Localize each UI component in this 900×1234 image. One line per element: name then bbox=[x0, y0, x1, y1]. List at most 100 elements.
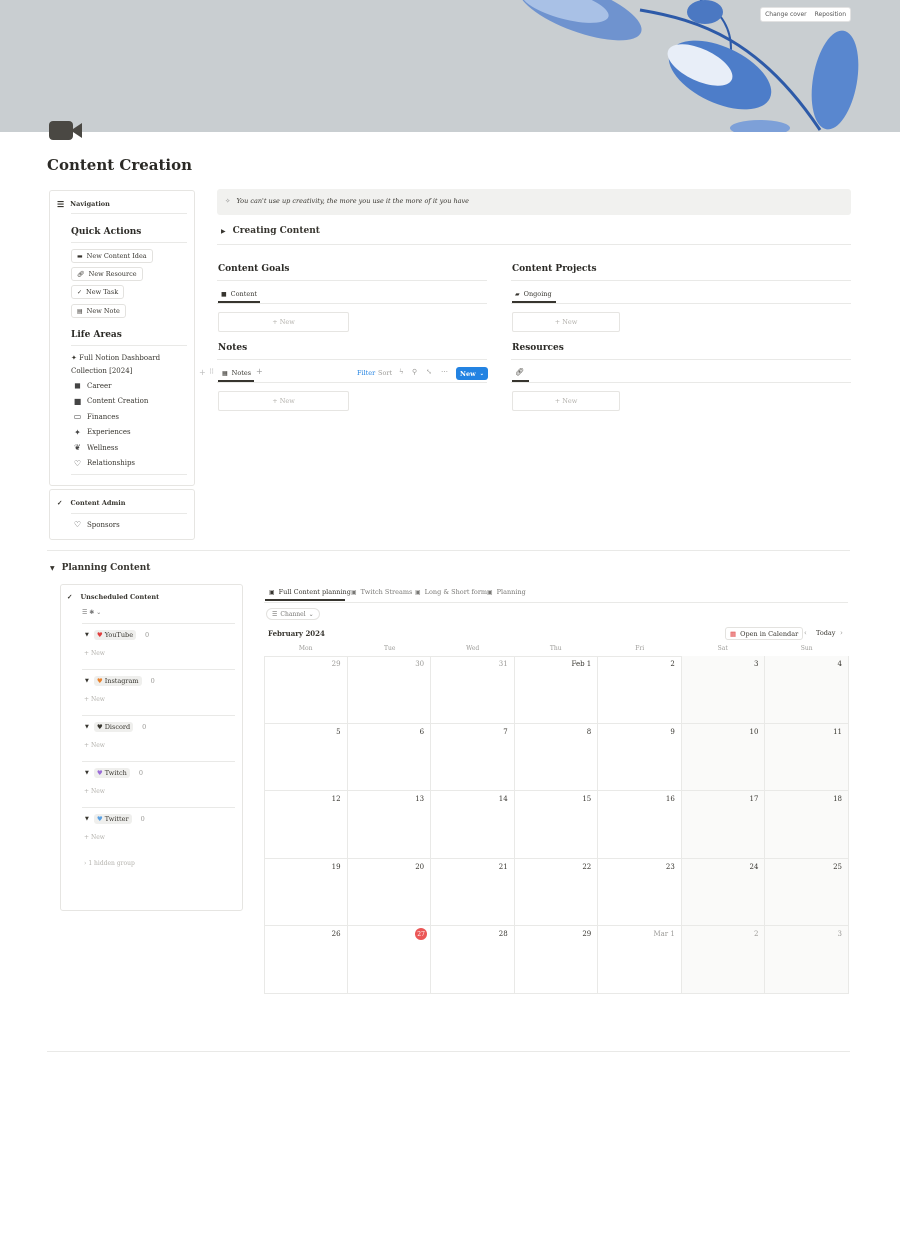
tab-planning[interactable]: ▣ Planning bbox=[487, 588, 526, 596]
triangle-down-icon: ▼ bbox=[85, 724, 89, 730]
sidebar-item-wellness[interactable]: ❦ Wellness bbox=[73, 440, 193, 456]
calendar-day-cell[interactable]: 15 bbox=[514, 791, 599, 859]
group-twitch[interactable]: ▼ ♥ Twitch 0 bbox=[85, 768, 143, 778]
calendar-day-cell[interactable]: Mar 1 bbox=[598, 926, 682, 994]
video-camera-icon[interactable] bbox=[48, 118, 84, 144]
tab-long-short-form[interactable]: ▣ Long & Short form bbox=[415, 588, 487, 596]
divider bbox=[71, 345, 187, 346]
calendar-day-cell[interactable]: 27 bbox=[347, 926, 432, 994]
tab-notes[interactable]: ▦ Notes bbox=[222, 369, 251, 377]
calendar-day-cell[interactable]: 8 bbox=[514, 723, 599, 792]
group-youtube[interactable]: ▼ ♥ YouTube 0 bbox=[85, 630, 149, 640]
calendar-day-cell[interactable]: 22 bbox=[514, 858, 599, 927]
reposition-button[interactable]: Reposition bbox=[811, 8, 850, 21]
hidden-group-toggle[interactable]: › 1 hidden group bbox=[84, 860, 135, 867]
group-discord[interactable]: ▼ ♥ Discord 0 bbox=[85, 722, 146, 732]
group-instagram-new[interactable]: + New bbox=[84, 696, 105, 703]
divider bbox=[511, 303, 851, 304]
sidebar-item-experiences[interactable]: ✦ Experiences bbox=[73, 425, 193, 441]
tab-content[interactable]: ■ Content bbox=[221, 290, 257, 298]
calendar-day-cell[interactable]: 28 bbox=[431, 926, 515, 994]
sidebar-item-sponsors[interactable]: ♡ Sponsors bbox=[73, 517, 120, 533]
notes-new-button[interactable]: New ⌄ bbox=[456, 367, 488, 380]
calendar-day-cell[interactable]: 16 bbox=[598, 791, 682, 859]
calendar-day-cell[interactable]: 13 bbox=[347, 791, 432, 859]
calendar-day-cell[interactable]: 6 bbox=[347, 723, 432, 792]
group-discord-new[interactable]: + New bbox=[84, 742, 105, 749]
calendar-day-cell[interactable]: 20 bbox=[347, 858, 432, 927]
new-note-button[interactable]: ▤ New Note bbox=[71, 304, 126, 318]
new-task-button[interactable]: ✓ New Task bbox=[71, 285, 125, 299]
add-view-icon[interactable]: + bbox=[256, 367, 263, 376]
calendar-day-cell[interactable]: 4 bbox=[765, 656, 849, 724]
view-options-icon[interactable]: ☰ ✱ ⌄ bbox=[82, 609, 101, 616]
open-in-calendar-button[interactable]: ▦ Open in Calendar bbox=[725, 627, 804, 640]
group-twitter-new[interactable]: + New bbox=[84, 834, 105, 841]
calendar-day-cell[interactable]: 10 bbox=[681, 723, 766, 792]
new-content-idea-button[interactable]: ▬ New Content Idea bbox=[71, 249, 153, 263]
group-twitter[interactable]: ▼ ♥ Twitter 0 bbox=[85, 814, 145, 824]
calendar-day-cell[interactable]: 2 bbox=[598, 656, 682, 724]
calendar-day-cell[interactable]: 7 bbox=[431, 723, 515, 792]
calendar-day-cell[interactable]: 5 bbox=[264, 723, 348, 792]
calendar-day-cell[interactable]: 12 bbox=[264, 791, 348, 859]
content-projects-new-button[interactable]: + New bbox=[512, 312, 620, 332]
group-twitch-new[interactable]: + New bbox=[84, 788, 105, 795]
calendar-day-number: 17 bbox=[749, 795, 759, 804]
previous-month-icon[interactable]: ‹ bbox=[804, 629, 807, 637]
calendar-day-cell[interactable]: 3 bbox=[765, 926, 849, 994]
calendar-day-cell[interactable]: 3 bbox=[681, 656, 766, 724]
calendar-day-cell[interactable]: 19 bbox=[264, 858, 348, 927]
sidebar-item-career[interactable]: ◼ Career bbox=[73, 378, 193, 394]
calendar-day-cell[interactable]: 30 bbox=[347, 656, 432, 724]
calendar-day-cell[interactable]: 23 bbox=[598, 858, 682, 927]
triangle-down-icon: ▼ bbox=[85, 632, 89, 638]
calendar-day-cell[interactable]: 24 bbox=[681, 858, 766, 927]
calendar-day-cell[interactable]: 14 bbox=[431, 791, 515, 859]
calendar-day-cell[interactable]: 17 bbox=[681, 791, 766, 859]
calendar-day-cell[interactable]: 25 bbox=[765, 858, 849, 927]
calendar-day-cell[interactable]: Feb 1 bbox=[514, 656, 599, 724]
sidebar-item-content-creation[interactable]: ■ Content Creation bbox=[73, 394, 193, 410]
calendar-day-cell[interactable]: 29 bbox=[514, 926, 599, 994]
calendar-day-number: 30 bbox=[415, 660, 425, 668]
calendar-day-cell[interactable]: 18 bbox=[765, 791, 849, 859]
tab-ongoing[interactable]: ▰ Ongoing bbox=[515, 290, 552, 298]
drag-handle-icon[interactable]: ⠿ bbox=[209, 368, 214, 376]
automation-icon[interactable]: ϟ bbox=[399, 368, 404, 376]
expand-icon[interactable]: ⤡ bbox=[426, 368, 432, 376]
sidebar-item-dashboard[interactable]: ✦ Full Notion Dashboard Collection [2024… bbox=[71, 352, 160, 378]
link-icon[interactable]: 🔗︎ bbox=[515, 368, 524, 376]
search-icon[interactable]: ⚲ bbox=[412, 368, 417, 376]
content-admin-header[interactable]: ✓ Content Admin bbox=[57, 499, 125, 507]
tab-full-content-planning[interactable]: ▣ Full Content planning bbox=[269, 588, 351, 596]
next-month-icon[interactable]: › bbox=[840, 629, 843, 637]
creating-content-toggle[interactable]: ▶ Creating Content bbox=[221, 226, 320, 236]
sidebar-item-relationships[interactable]: ♡ Relationships bbox=[73, 456, 193, 472]
sidebar-item-finances[interactable]: ▭ Finances bbox=[73, 409, 193, 425]
calendar-day-cell[interactable]: 9 bbox=[598, 723, 682, 792]
filter-button[interactable]: Filter bbox=[357, 369, 375, 377]
new-resource-button[interactable]: 🔗︎ New Resource bbox=[71, 267, 143, 281]
calendar-day-cell[interactable]: 26 bbox=[264, 926, 348, 994]
tab-twitch-streams[interactable]: ▣ Twitch Streams bbox=[351, 588, 412, 596]
today-button[interactable]: Today bbox=[816, 629, 835, 637]
calendar-day-cell[interactable]: 2 bbox=[681, 926, 766, 994]
group-youtube-new[interactable]: + New bbox=[84, 650, 105, 657]
more-icon[interactable]: ⋯ bbox=[441, 368, 448, 376]
change-cover-button[interactable]: Change cover bbox=[761, 8, 811, 21]
notes-add-new-button[interactable]: + New bbox=[218, 391, 349, 411]
add-block-icon[interactable]: + bbox=[199, 368, 206, 377]
planning-content-toggle[interactable]: ▼ Planning Content bbox=[50, 563, 150, 573]
channel-filter-chip[interactable]: ☰ Channel ⌄ bbox=[266, 608, 320, 620]
calendar-day-cell[interactable]: 29 bbox=[264, 656, 348, 724]
content-goals-new-button[interactable]: + New bbox=[218, 312, 349, 332]
calendar-day-cell[interactable]: 31 bbox=[431, 656, 515, 724]
calendar-day-cell[interactable]: 11 bbox=[765, 723, 849, 792]
unscheduled-content-header[interactable]: ✓ Unscheduled Content bbox=[67, 593, 159, 601]
calendar-day-cell[interactable]: 21 bbox=[431, 858, 515, 927]
group-instagram[interactable]: ▼ ♥ Instagram 0 bbox=[85, 676, 155, 686]
sort-button[interactable]: Sort bbox=[378, 369, 392, 377]
navigation-header[interactable]: ☰ Navigation bbox=[57, 199, 110, 209]
resources-new-button[interactable]: + New bbox=[512, 391, 620, 411]
